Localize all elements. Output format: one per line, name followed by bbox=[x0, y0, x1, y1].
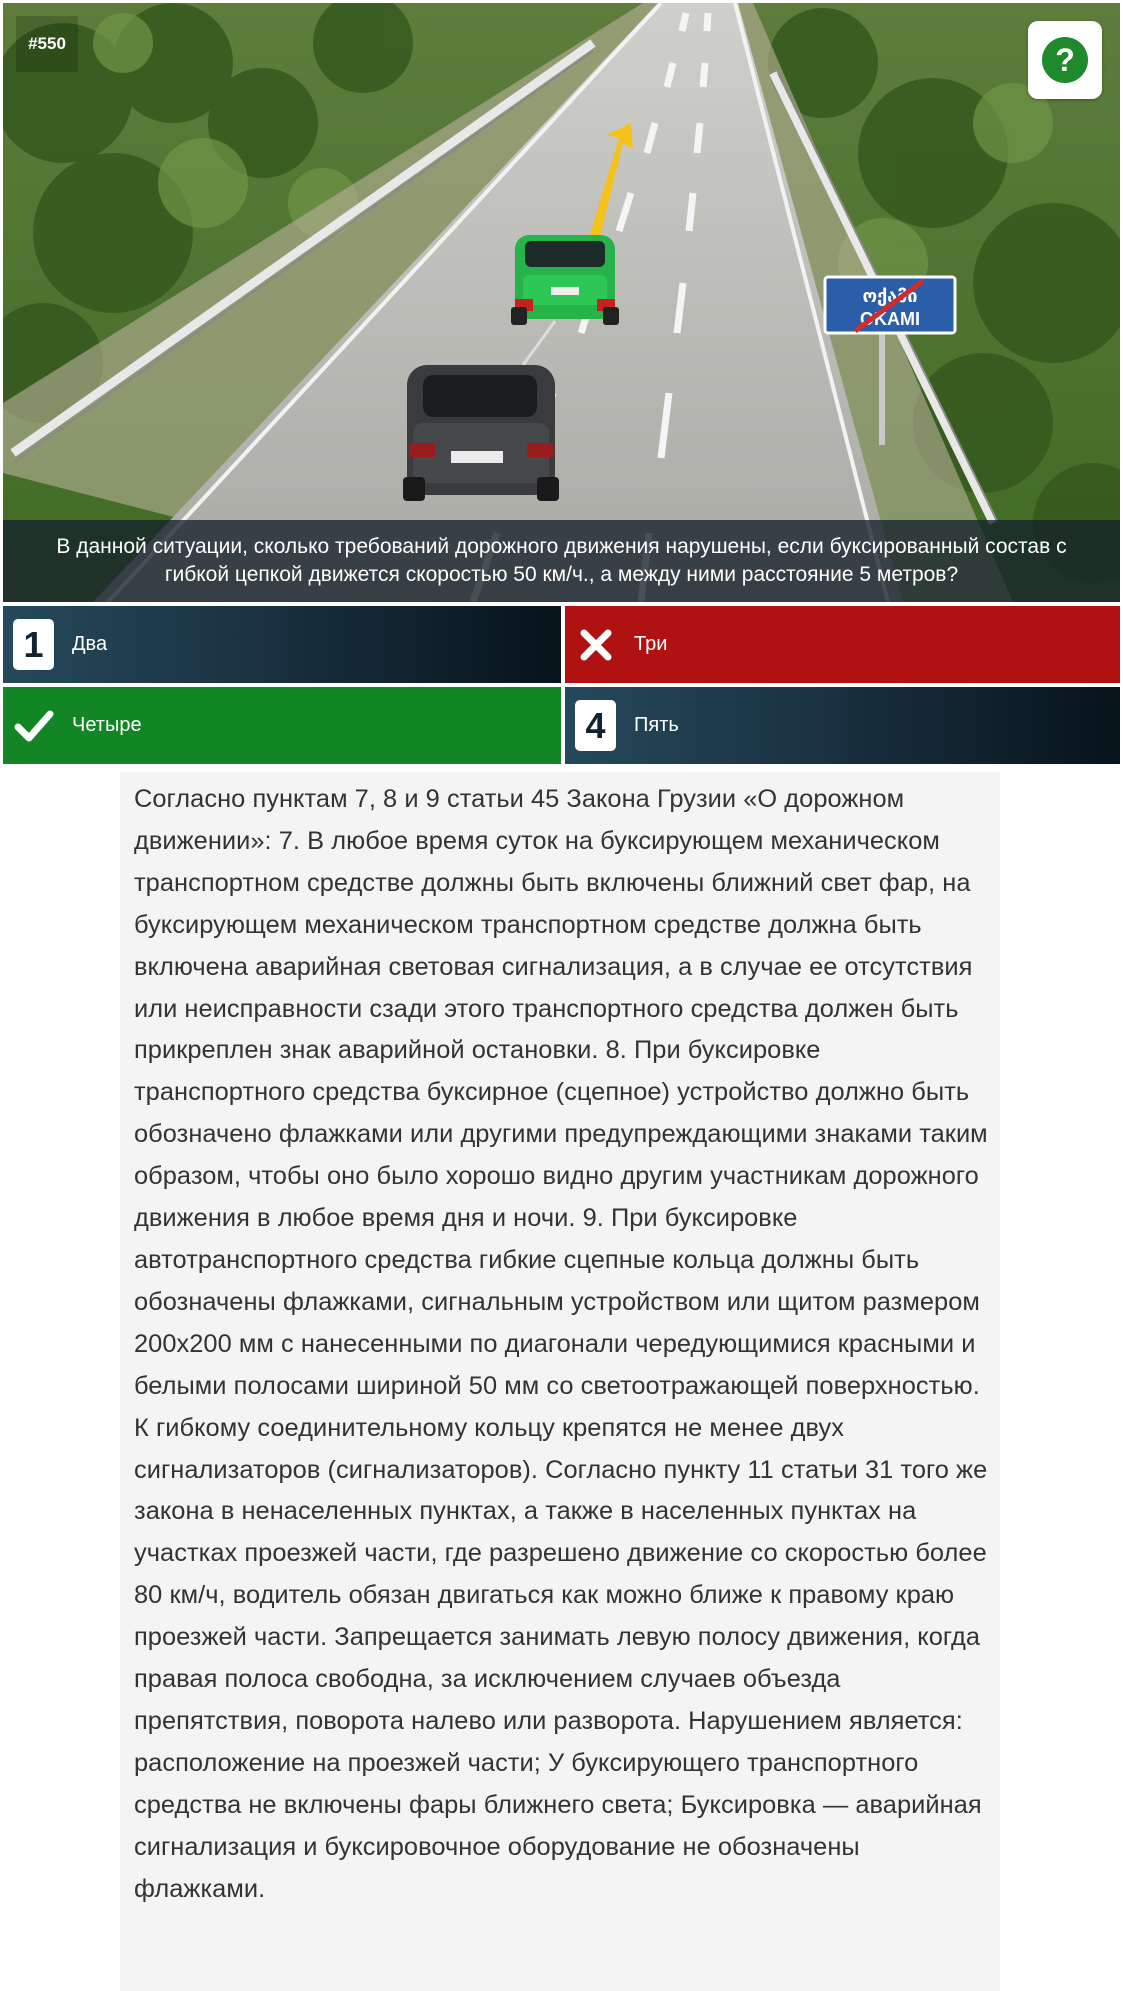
cross-icon bbox=[575, 619, 616, 670]
answer-option-2[interactable]: Три bbox=[565, 606, 1120, 683]
answer-label: Пять bbox=[634, 714, 679, 736]
answer-number-badge: 1 bbox=[13, 619, 54, 670]
answer-option-4[interactable]: 4 Пять bbox=[565, 687, 1120, 764]
check-icon bbox=[13, 700, 54, 751]
help-button[interactable]: ? bbox=[1028, 21, 1102, 99]
answer-option-1[interactable]: 1 Два bbox=[3, 606, 561, 683]
road-scene: ოქამი OKAMI bbox=[3, 3, 1120, 602]
answer-label: Три bbox=[634, 633, 668, 655]
question-text: В данной ситуации, сколько требований до… bbox=[3, 520, 1120, 602]
explanation-text: Согласно пунктам 7, 8 и 9 статьи 45 Зако… bbox=[120, 772, 1000, 1991]
question-number: #550 bbox=[16, 16, 78, 72]
answer-option-3[interactable]: Четыре bbox=[3, 687, 561, 764]
question-image: ოქამი OKAMI bbox=[3, 3, 1120, 602]
answer-number-badge: 4 bbox=[575, 700, 616, 751]
help-icon: ? bbox=[1042, 37, 1088, 83]
answer-label: Два bbox=[72, 633, 108, 655]
answer-label: Четыре bbox=[72, 714, 142, 736]
